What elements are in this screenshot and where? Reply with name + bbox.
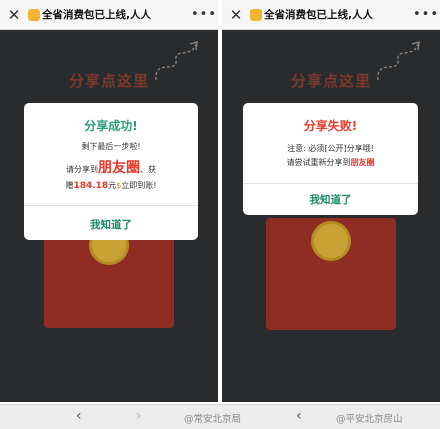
watermark-1: @常安北京局 xyxy=(184,414,242,425)
share-here-label: 分享点这里 xyxy=(68,72,149,90)
title-bar: ✕ 全省消费包已上线,人人 ••• xyxy=(222,0,440,30)
dialog-line-2: 请分享到朋友圈、获 xyxy=(66,160,156,176)
close-icon[interactable]: ✕ xyxy=(222,6,250,24)
emoji-icon xyxy=(28,8,40,21)
dialog-line-2: 请尝试重新分享到朋友圈 xyxy=(286,158,375,167)
dialog-line-1: 注意: 必须[公开]分享哦! xyxy=(287,144,374,153)
dialog-line-1: 剩下最后一步啦! xyxy=(81,142,141,151)
left-screenshot: ✕ 全省消费包已上线,人人 ••• 分享点这里 分享成功! 剩下最后一步啦! 请… xyxy=(0,0,218,402)
share-success-dialog: 分享成功! 剩下最后一步啦! 请分享到朋友圈、获 赠184.18元$立即到账! … xyxy=(24,103,198,240)
right-screenshot: ✕ 全省消费包已上线,人人 ••• 分享点这里 分享失败! 注意: 必须[公开]… xyxy=(222,0,440,402)
page-title: 全省消费包已上线,人人 xyxy=(42,9,151,21)
bottom-nav-bar: ‹ › @常安北京局 ‹ @平安北京房山 xyxy=(0,404,440,429)
moments-highlight: 朋友圈 xyxy=(98,160,140,176)
forward-arrow-icon[interactable]: › xyxy=(136,408,142,424)
more-icon[interactable]: ••• xyxy=(190,7,218,22)
back-arrow-icon[interactable]: ‹ xyxy=(296,408,302,424)
moments-highlight: 朋友圈 xyxy=(350,158,375,167)
emoji-icon xyxy=(250,8,262,21)
more-icon[interactable]: ••• xyxy=(412,7,440,22)
divider xyxy=(24,205,198,206)
page-title: 全省消费包已上线,人人 xyxy=(264,9,373,21)
back-arrow-icon[interactable]: ‹ xyxy=(76,408,82,424)
close-icon[interactable]: ✕ xyxy=(0,6,28,24)
share-here-label: 分享点这里 xyxy=(290,72,371,90)
divider xyxy=(243,183,418,184)
ok-button[interactable]: 我知道了 xyxy=(243,192,418,207)
title-bar: ✕ 全省消费包已上线,人人 ••• xyxy=(0,0,218,30)
amount-value: 184.18 xyxy=(73,181,109,191)
dialog-title: 分享成功! xyxy=(84,119,138,133)
watermark-2: @平安北京房山 xyxy=(336,414,403,425)
dialog-title: 分享失败! xyxy=(303,119,358,133)
share-failed-dialog: 分享失败! 注意: 必须[公开]分享哦! 请尝试重新分享到朋友圈 我知道了 xyxy=(243,103,418,215)
dialog-line-3: 赠184.18元$立即到账! xyxy=(65,181,157,191)
coin-icon xyxy=(311,221,351,261)
ok-button[interactable]: 我知道了 xyxy=(24,217,198,232)
